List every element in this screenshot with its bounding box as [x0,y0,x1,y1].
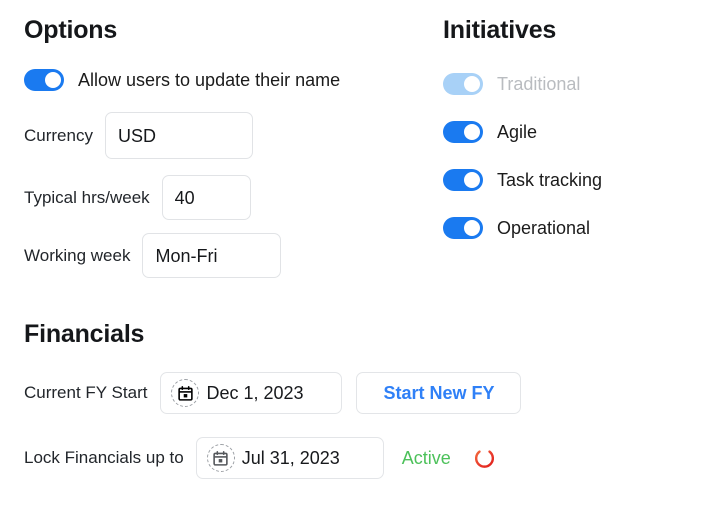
working-week-input[interactable]: Mon-Fri [142,233,282,278]
calendar-icon[interactable] [171,379,200,407]
initiative-row-task-tracking: Task tracking [443,169,693,191]
allow-rename-label: Allow users to update their name [78,70,341,90]
toggle-knob [464,124,480,140]
initiative-row-traditional: Traditional [443,73,693,95]
working-week-label: Working week [24,245,131,265]
allow-rename-row: Allow users to update their name [24,69,424,91]
working-week-row: Working week Mon-Fri [24,233,424,278]
current-fy-label: Current FY Start [24,383,148,402]
lock-financials-date-picker[interactable]: Jul 31, 2023 [195,437,384,479]
current-fy-date-picker[interactable]: Dec 1, 2023 [160,372,343,414]
current-fy-row: Current FY Start Dec 1, 2023 Start New F… [24,372,684,414]
initiatives-heading: Initiatives [443,16,557,44]
settings-page: Options Allow users to update their name… [0,0,709,507]
options-heading: Options [24,16,118,44]
currency-input[interactable]: USD [104,112,253,159]
initiative-toggle-operational[interactable] [443,217,483,239]
currency-value: USD [117,125,156,146]
financials-heading: Financials [24,320,145,348]
lock-financials-row: Lock Financials up to Jul 31, 2023 Activ… [24,437,684,479]
currency-row: Currency USD [24,112,424,159]
initiative-label-agile: Agile [497,122,538,142]
power-icon[interactable] [471,444,499,472]
lock-financials-label: Lock Financials up to [24,448,184,467]
options-column: Options Allow users to update their name… [24,18,424,278]
toggle-knob [464,220,480,236]
initiative-label-operational: Operational [497,218,591,238]
initiative-toggle-task-tracking[interactable] [443,169,483,191]
hours-per-week-input[interactable]: 40 [161,175,251,220]
initiative-toggle-agile[interactable] [443,121,483,143]
initiative-row-agile: Agile [443,121,693,143]
allow-rename-toggle[interactable] [24,69,64,91]
initiative-row-operational: Operational [443,217,693,239]
start-new-fy-button[interactable]: Start New FY [356,372,522,414]
initiatives-column: Initiatives Traditional Agile Task track… [443,18,693,239]
initiative-toggle-traditional[interactable] [443,73,483,95]
toggle-knob [464,76,480,92]
hours-per-week-row: Typical hrs/week 40 [24,175,424,220]
toggle-knob [464,172,480,188]
working-week-value: Mon-Fri [155,245,218,266]
lock-status-badge: Active [401,448,451,468]
lock-financials-date-value: Jul 31, 2023 [241,448,340,468]
initiative-label-traditional: Traditional [497,74,581,94]
current-fy-date-value: Dec 1, 2023 [206,383,304,403]
hours-per-week-value: 40 [174,187,195,208]
toggle-knob [45,72,61,88]
calendar-icon[interactable] [206,444,235,472]
currency-label: Currency [24,125,93,145]
initiative-label-task-tracking: Task tracking [497,170,603,190]
hours-per-week-label: Typical hrs/week [24,187,150,207]
financials-section: Financials Current FY Start Dec 1, 2023 … [24,322,684,479]
